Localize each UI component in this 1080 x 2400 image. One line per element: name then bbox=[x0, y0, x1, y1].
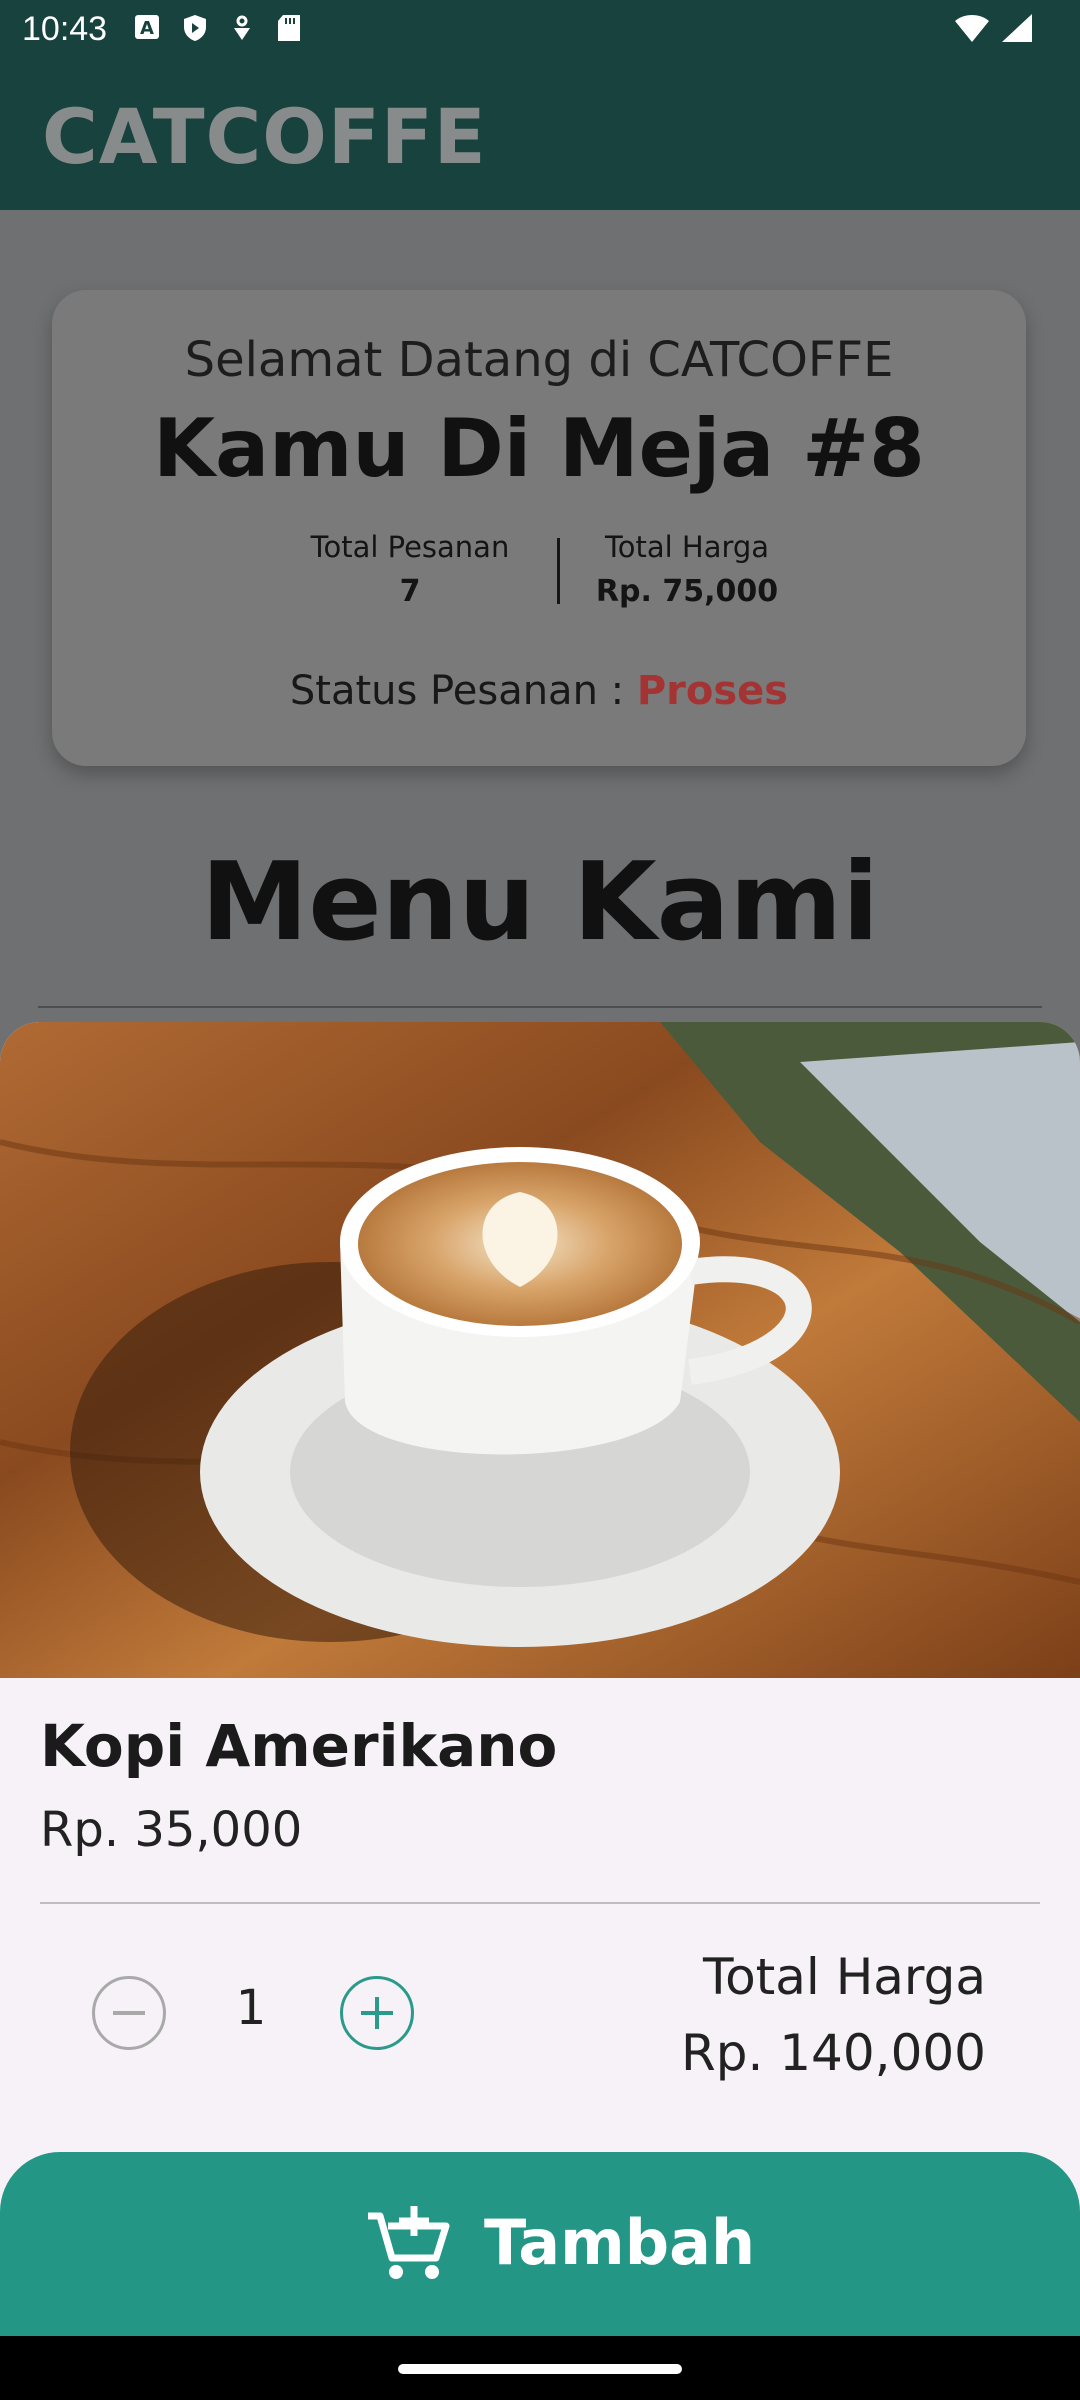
plus-icon bbox=[361, 1997, 393, 2029]
increase-quantity-button[interactable] bbox=[340, 1976, 414, 2050]
quantity-value: 1 bbox=[235, 1980, 267, 2036]
add-button-label: Tambah bbox=[484, 2205, 756, 2279]
shield-icon bbox=[182, 14, 208, 42]
decrease-quantity-button[interactable] bbox=[92, 1976, 166, 2050]
total-price-value: Rp. 140,000 bbox=[680, 2024, 986, 2082]
menu-title: Menu Kami bbox=[200, 840, 880, 965]
total-price-label: Total Harga bbox=[604, 530, 770, 564]
order-status-label: Status Pesanan : bbox=[289, 668, 625, 714]
minus-icon bbox=[113, 2011, 145, 2015]
add-to-cart-button[interactable]: Tambah bbox=[0, 2152, 1080, 2336]
menu-divider bbox=[38, 1006, 1042, 1008]
keyboard-a-icon: A bbox=[134, 14, 160, 42]
data-saver-icon bbox=[230, 14, 254, 42]
total-orders-value: 7 bbox=[399, 574, 421, 609]
status-bar: 10:43 A bbox=[0, 0, 1080, 66]
app-bar: CATCOFFE bbox=[0, 66, 1080, 210]
status-system-icons bbox=[954, 12, 1034, 48]
status-time: 10:43 bbox=[22, 10, 108, 48]
total-price-label: Total Harga bbox=[703, 1948, 986, 2006]
app-title: CATCOFFE bbox=[42, 92, 487, 181]
status-notification-icons: A bbox=[134, 14, 302, 42]
home-gesture-handle[interactable] bbox=[398, 2364, 682, 2374]
signal-icon bbox=[1000, 12, 1034, 48]
svg-text:A: A bbox=[140, 18, 154, 39]
welcome-card: Selamat Datang di CATCOFFE Kamu Di Meja … bbox=[52, 290, 1026, 766]
product-image bbox=[0, 1022, 1080, 1678]
product-bottom-sheet: Kopi Amerikano Rp. 35,000 1 Total Harga … bbox=[0, 1022, 1080, 2336]
total-orders-label: Total Pesanan bbox=[310, 530, 510, 564]
product-price: Rp. 35,000 bbox=[40, 1802, 303, 1858]
add-button-content: Tambah bbox=[364, 2202, 755, 2282]
table-number: Kamu Di Meja #8 bbox=[153, 402, 925, 495]
product-name: Kopi Amerikano bbox=[40, 1712, 558, 1780]
add-cart-icon bbox=[368, 2206, 450, 2279]
total-price: Total Harga Rp. 75,000 bbox=[557, 530, 817, 609]
order-status: Status Pesanan : Proses bbox=[52, 668, 1026, 714]
sheet-divider bbox=[40, 1902, 1040, 1904]
wifi-icon bbox=[954, 12, 990, 48]
total-price-value: Rp. 75,000 bbox=[595, 574, 779, 609]
sd-card-icon bbox=[276, 14, 302, 42]
total-orders: Total Pesanan 7 bbox=[280, 530, 540, 609]
order-status-value: Proses bbox=[636, 668, 789, 714]
welcome-greeting: Selamat Datang di CATCOFFE bbox=[184, 332, 894, 388]
